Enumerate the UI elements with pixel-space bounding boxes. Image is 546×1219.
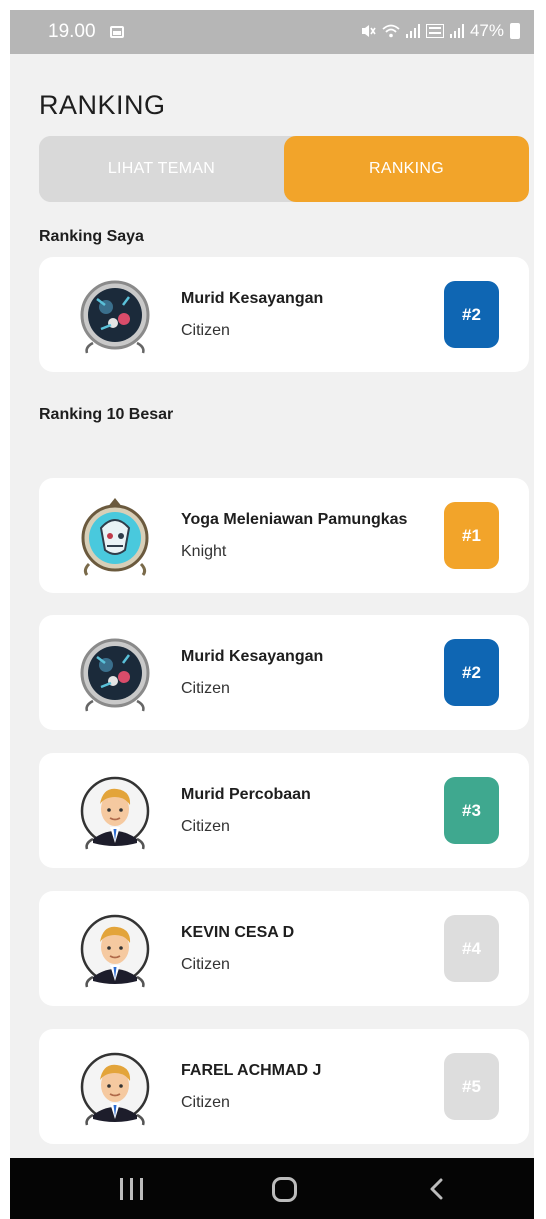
businessman-avatar-icon	[80, 914, 150, 988]
player-name: Murid Percobaan	[181, 786, 311, 803]
my-ranking-label: Ranking Saya	[39, 228, 144, 245]
monster-avatar-icon	[80, 280, 150, 354]
ranking-row-3[interactable]: Murid Percobaan Citizen #3	[39, 753, 529, 868]
player-title: Knight	[181, 543, 227, 560]
player-name: Murid Kesayangan	[181, 648, 324, 665]
rank-badge: #1	[444, 502, 499, 569]
player-title: Citizen	[181, 818, 230, 835]
knight-avatar-icon	[81, 498, 149, 576]
ranking-row-4[interactable]: KEVIN CESA D Citizen #4	[39, 891, 529, 1006]
rank-badge: #2	[444, 639, 499, 706]
signal-icon	[405, 24, 420, 38]
signal-icon	[449, 24, 464, 38]
player-title: Citizen	[181, 1094, 230, 1111]
player-title: Citizen	[181, 956, 230, 973]
monster-avatar-icon	[80, 638, 150, 712]
player-title: Citizen	[181, 322, 230, 339]
rank-badge: #3	[444, 777, 499, 844]
tab-lihat-teman[interactable]: LIHAT TEMAN	[39, 136, 284, 202]
phone-screen: 19.00 47% RANKING LIHAT TEMAN RANKING Ra…	[10, 10, 534, 1219]
recent-apps-icon[interactable]	[120, 1178, 144, 1200]
system-navigation-bar	[10, 1158, 534, 1219]
rank-badge: #4	[444, 915, 499, 982]
player-name: Murid Kesayangan	[181, 290, 324, 307]
ranking-row-5[interactable]: FAREL ACHMAD J Citizen #5	[39, 1029, 529, 1144]
top10-label: Ranking 10 Besar	[39, 406, 174, 423]
my-ranking-card[interactable]: Murid Kesayangan Citizen #2	[39, 257, 529, 372]
image-notification-icon	[110, 26, 124, 38]
tab-ranking[interactable]: RANKING	[284, 136, 529, 202]
status-time: 19.00	[48, 21, 96, 42]
volte-icon	[425, 24, 444, 38]
player-name: Yoga Meleniawan Pamungkas	[181, 511, 408, 528]
battery-percentage: 47%	[469, 21, 504, 40]
battery-icon	[510, 23, 520, 39]
rank-badge: #5	[444, 1053, 499, 1120]
page-title: RANKING	[39, 90, 166, 120]
back-icon[interactable]	[426, 1178, 448, 1200]
wifi-icon	[382, 24, 400, 38]
ranking-row-1[interactable]: Yoga Meleniawan Pamungkas Knight #1	[39, 478, 529, 593]
businessman-avatar-icon	[80, 1052, 150, 1126]
status-right: 47%	[360, 21, 520, 41]
player-title: Citizen	[181, 680, 230, 697]
rank-badge: #2	[444, 281, 499, 348]
tab-bar: LIHAT TEMAN RANKING	[39, 136, 529, 202]
player-name: KEVIN CESA D	[181, 924, 295, 941]
mute-icon	[361, 25, 376, 37]
businessman-avatar-icon	[80, 776, 150, 850]
home-icon[interactable]	[272, 1177, 297, 1202]
status-bar: 19.00 47%	[10, 10, 534, 54]
player-name: FAREL ACHMAD J	[181, 1062, 322, 1079]
ranking-row-2[interactable]: Murid Kesayangan Citizen #2	[39, 615, 529, 730]
